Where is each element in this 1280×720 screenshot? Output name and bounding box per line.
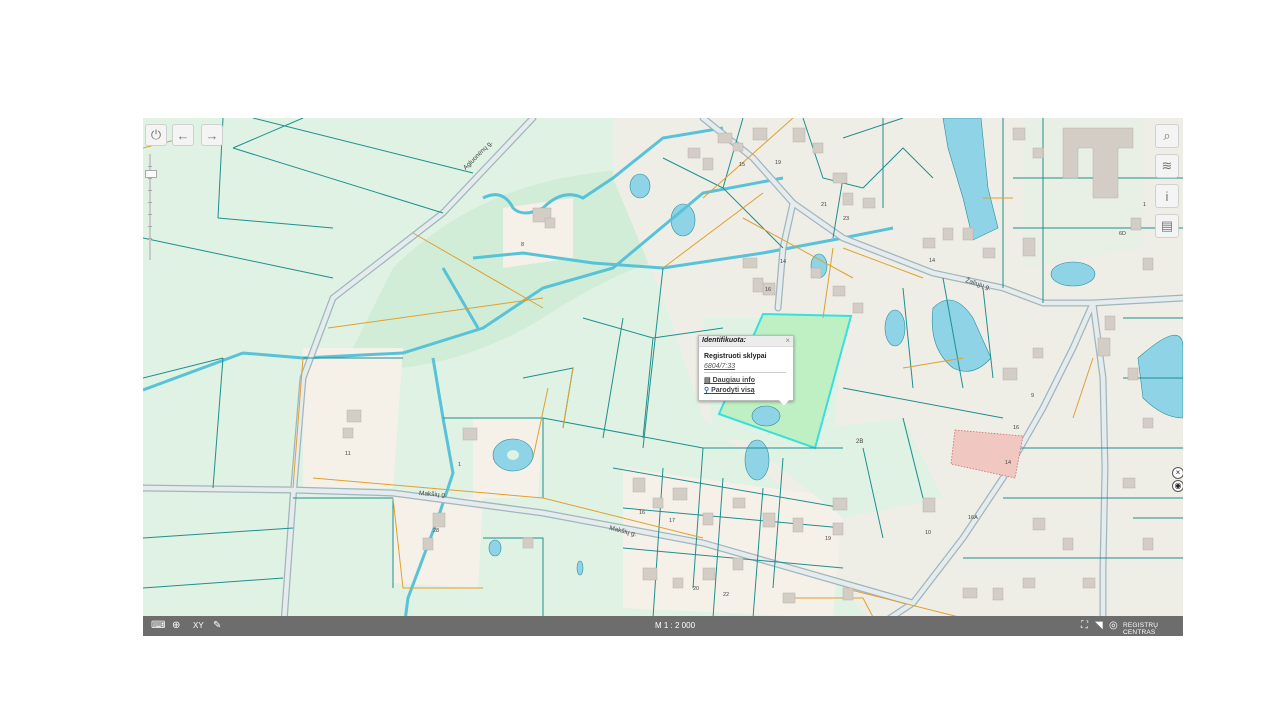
more-info-label: Daugiau info bbox=[712, 377, 755, 384]
house-number: 8 bbox=[521, 242, 525, 248]
zoom-tick bbox=[148, 166, 152, 167]
close-icon: × bbox=[1175, 468, 1181, 477]
parcel-label-2b: 2B bbox=[856, 439, 864, 445]
registru-centras-logo-icon: ◎ bbox=[1109, 620, 1118, 631]
bottom-status-bar: ⌨ ⊕ XY ✎ M 1 : 2 000 ⛶ ◥ ◎ REGISTRŲ CENT… bbox=[143, 616, 1183, 636]
power-button[interactable]: ⏻ bbox=[145, 124, 167, 146]
layers-button[interactable]: ≋ bbox=[1155, 154, 1179, 178]
info-button[interactable]: i bbox=[1155, 184, 1179, 208]
info-icon: i bbox=[1165, 188, 1169, 204]
house-number: 16 bbox=[1013, 425, 1020, 431]
house-number: 28 bbox=[433, 528, 440, 534]
magnifier-icon: ⚲ bbox=[704, 387, 710, 394]
popup-parcel-id[interactable]: 6804/7:33 bbox=[704, 363, 735, 370]
house-number: 19 bbox=[775, 160, 782, 166]
document-icon: ▤ bbox=[704, 377, 711, 384]
house-number: 11 bbox=[345, 451, 351, 457]
house-number: 22 bbox=[723, 592, 730, 598]
house-number: 9 bbox=[1031, 393, 1035, 399]
add-document-icon[interactable]: ⊕ bbox=[172, 620, 180, 631]
map-viewport[interactable]: Agluonėnų g. Žaliųjų g. Makšių g. Makšių… bbox=[143, 118, 1183, 636]
zoom-tick bbox=[148, 238, 152, 239]
show-all-link[interactable]: ⚲ Parodyti visą bbox=[704, 386, 755, 394]
house-number: 19 bbox=[825, 536, 832, 542]
house-number: 16 bbox=[765, 287, 772, 293]
popup-header: Identifikuota: bbox=[699, 336, 793, 347]
house-number: 14 bbox=[929, 258, 936, 264]
show-all-label: Parodyti visą bbox=[711, 387, 755, 394]
zoom-tick bbox=[148, 214, 152, 215]
map-canvas[interactable] bbox=[143, 118, 1183, 636]
back-button[interactable]: ← bbox=[172, 124, 194, 146]
search-icon: ⌕ bbox=[1163, 128, 1171, 143]
forward-button[interactable]: → bbox=[201, 124, 223, 146]
wifi-icon: ◥ bbox=[1095, 620, 1103, 631]
house-number: 1 bbox=[1143, 202, 1147, 208]
legend-icon: ▤ bbox=[1160, 218, 1174, 233]
zoom-handle[interactable] bbox=[145, 170, 157, 178]
house-number: 10 bbox=[925, 530, 932, 536]
zoom-tick bbox=[148, 178, 152, 179]
house-number: 6D bbox=[1119, 231, 1127, 237]
search-button[interactable]: ⌕ bbox=[1155, 124, 1179, 148]
locate-control-button[interactable]: ◉ bbox=[1172, 480, 1183, 492]
popup-pointer bbox=[779, 400, 789, 406]
close-icon[interactable]: × bbox=[785, 336, 790, 345]
zoom-tick bbox=[148, 190, 152, 191]
map-scale: M 1 : 2 000 bbox=[655, 621, 696, 630]
fullscreen-icon[interactable]: ⛶ bbox=[1081, 620, 1088, 631]
house-number: 23 bbox=[843, 216, 850, 222]
legend-button[interactable]: ▤ bbox=[1155, 214, 1179, 238]
popup-divider bbox=[704, 372, 786, 373]
zoom-tick bbox=[148, 202, 152, 203]
power-icon: ⏻ bbox=[150, 127, 162, 142]
house-number: 1 bbox=[458, 462, 462, 468]
zoom-tick bbox=[148, 226, 152, 227]
house-number: 17 bbox=[669, 518, 676, 524]
house-number: 16 bbox=[639, 510, 646, 516]
close-control-button[interactable]: × bbox=[1172, 467, 1183, 479]
zoom-slider[interactable] bbox=[145, 154, 157, 260]
house-number: 20 bbox=[693, 586, 700, 592]
layers-icon: ≋ bbox=[1161, 158, 1173, 173]
house-number: 14 bbox=[780, 259, 787, 265]
house-number: 21 bbox=[821, 202, 828, 208]
identify-popup: Identifikuota: × Registruoti sklypai 680… bbox=[698, 335, 794, 406]
house-number: 16A bbox=[968, 515, 978, 521]
xy-coordinates-button[interactable]: XY bbox=[193, 621, 204, 630]
popup-layer-name: Registruoti sklypai bbox=[704, 353, 767, 360]
eraser-icon[interactable]: ✎ bbox=[213, 620, 221, 631]
more-info-link[interactable]: ▤ Daugiau info bbox=[704, 376, 755, 384]
brand-name: REGISTRŲ CENTRAS bbox=[1123, 622, 1159, 636]
arrow-right-icon: → bbox=[205, 127, 219, 143]
house-number: 14 bbox=[1005, 460, 1012, 466]
locate-icon: ◉ bbox=[1174, 481, 1182, 490]
house-number: 15 bbox=[739, 162, 746, 168]
arrow-left-icon: ← bbox=[176, 127, 190, 143]
keyboard-icon[interactable]: ⌨ bbox=[151, 620, 165, 631]
